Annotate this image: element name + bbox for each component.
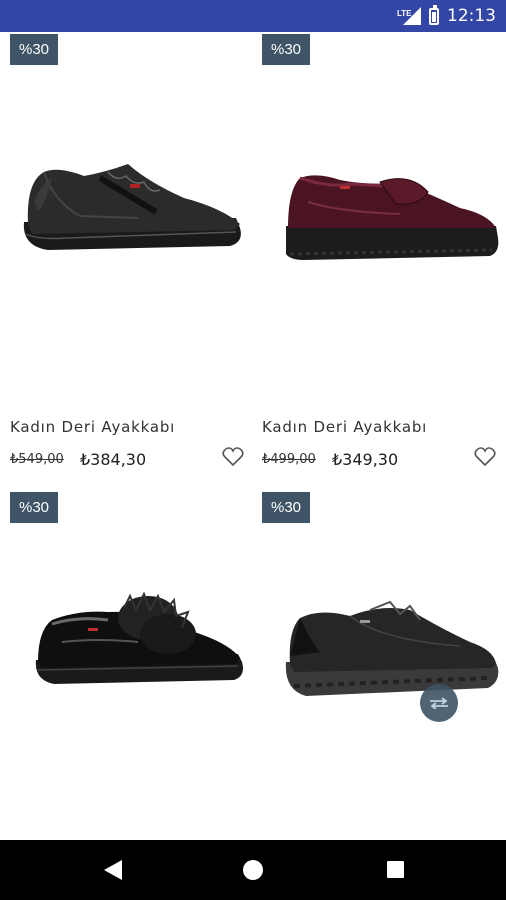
product-card[interactable]: %30 [252, 490, 500, 840]
signal-icon: LTE [397, 7, 421, 25]
back-icon[interactable] [104, 860, 122, 885]
product-image[interactable] [260, 580, 500, 725]
product-image[interactable] [8, 142, 248, 287]
status-time: 12:13 [447, 6, 496, 26]
network-type-label: LTE [397, 9, 412, 18]
home-icon[interactable] [243, 860, 263, 880]
old-price: ₺549,00 [10, 452, 64, 467]
product-name[interactable]: Kadın Deri Ayakkabı [10, 418, 175, 436]
new-price: ₺349,30 [332, 450, 399, 469]
product-image[interactable] [8, 580, 248, 725]
recent-apps-icon[interactable] [387, 861, 404, 878]
compare-floating-button[interactable] [420, 684, 458, 722]
discount-badge: %30 [262, 492, 311, 523]
status-bar: LTE 12:13 [0, 0, 506, 32]
discount-badge: %30 [10, 492, 59, 523]
product-card[interactable]: %30 Kadın Deri Ayakkabı ₺549,00 ₺384,30 [0, 32, 248, 472]
discount-badge: %30 [10, 34, 59, 65]
swap-arrows-icon [430, 697, 448, 709]
status-icons: LTE 12:13 [397, 0, 496, 32]
product-card[interactable]: %30 Kadın Deri Ayakkabı ₺499,00 ₺349,30 [252, 32, 500, 472]
favorite-heart-icon[interactable] [222, 447, 244, 467]
discount-badge: %30 [262, 34, 311, 65]
product-name[interactable]: Kadın Deri Ayakkabı [262, 418, 427, 436]
battery-icon [429, 4, 439, 25]
new-price: ₺384,30 [80, 450, 147, 469]
product-card[interactable]: %30 [0, 490, 248, 840]
system-navigation-bar [0, 840, 506, 900]
product-image[interactable] [260, 142, 500, 287]
old-price: ₺499,00 [262, 452, 316, 467]
favorite-heart-icon[interactable] [474, 447, 496, 467]
